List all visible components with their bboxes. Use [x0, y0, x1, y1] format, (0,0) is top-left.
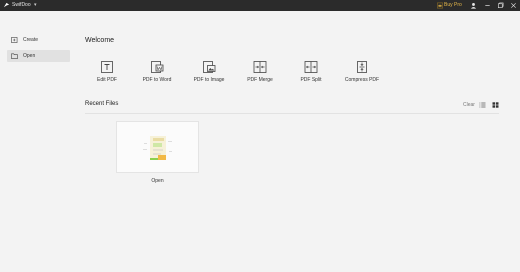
edit-pdf-icon	[101, 61, 113, 73]
tool-label: PDF to Image	[193, 77, 225, 83]
welcome-heading: Welcome	[85, 37, 115, 44]
pdf-merge-icon	[253, 61, 267, 73]
close-icon[interactable]	[510, 2, 517, 9]
user-icon[interactable]	[470, 2, 477, 9]
sidebar-item-create[interactable]: Create	[7, 34, 70, 46]
pdf-to-image-icon	[203, 61, 216, 73]
recent-file-card[interactable]	[116, 121, 199, 173]
sidebar-item-open[interactable]: Open	[7, 50, 70, 62]
list-view-icon[interactable]	[479, 102, 486, 108]
compress-pdf-icon	[357, 61, 367, 73]
recent-files-heading: Recent Files	[85, 101, 119, 107]
tool-label: PDF Split	[300, 77, 322, 83]
minimize-icon[interactable]	[484, 2, 491, 9]
tool-pdf-split[interactable]: PDF Split	[289, 60, 333, 90]
open-file-illustration-icon	[143, 136, 172, 160]
tool-label: Edit PDF	[96, 77, 117, 83]
tool-label: PDF Merge	[247, 77, 273, 83]
tool-label: PDF to Word	[142, 77, 172, 83]
restore-icon[interactable]	[497, 2, 504, 9]
folder-icon	[11, 53, 18, 59]
sidebar-item-label: Create	[23, 37, 39, 43]
grid-view-icon[interactable]	[492, 102, 499, 108]
tool-pdf-to-image[interactable]: PDF to Image	[187, 60, 231, 90]
pdf-split-icon	[304, 61, 318, 73]
title-bar: SwifDoo ▾ Buy Pro	[0, 0, 520, 11]
buy-pro-button[interactable]: Buy Pro	[444, 1, 462, 10]
tool-pdf-merge[interactable]: PDF Merge	[238, 60, 282, 90]
swifdoo-logo-icon	[3, 2, 10, 8]
app-menu-dropdown[interactable]: ▾	[34, 1, 37, 10]
tool-pdf-to-word[interactable]: PDF to Word	[135, 60, 179, 90]
app-name: SwifDoo	[12, 2, 31, 8]
sidebar-item-label: Open	[23, 53, 36, 59]
tool-compress-pdf[interactable]: Compress PDF	[340, 60, 384, 90]
pdf-to-word-icon	[151, 61, 164, 73]
tool-label: Compress PDF	[344, 77, 380, 83]
tool-edit-pdf[interactable]: Edit PDF	[85, 60, 129, 90]
recent-file-label: Open	[151, 178, 164, 184]
clear-button[interactable]: Clear	[463, 102, 475, 108]
crown-icon	[437, 2, 443, 9]
section-divider	[85, 113, 499, 114]
create-icon	[11, 37, 18, 43]
